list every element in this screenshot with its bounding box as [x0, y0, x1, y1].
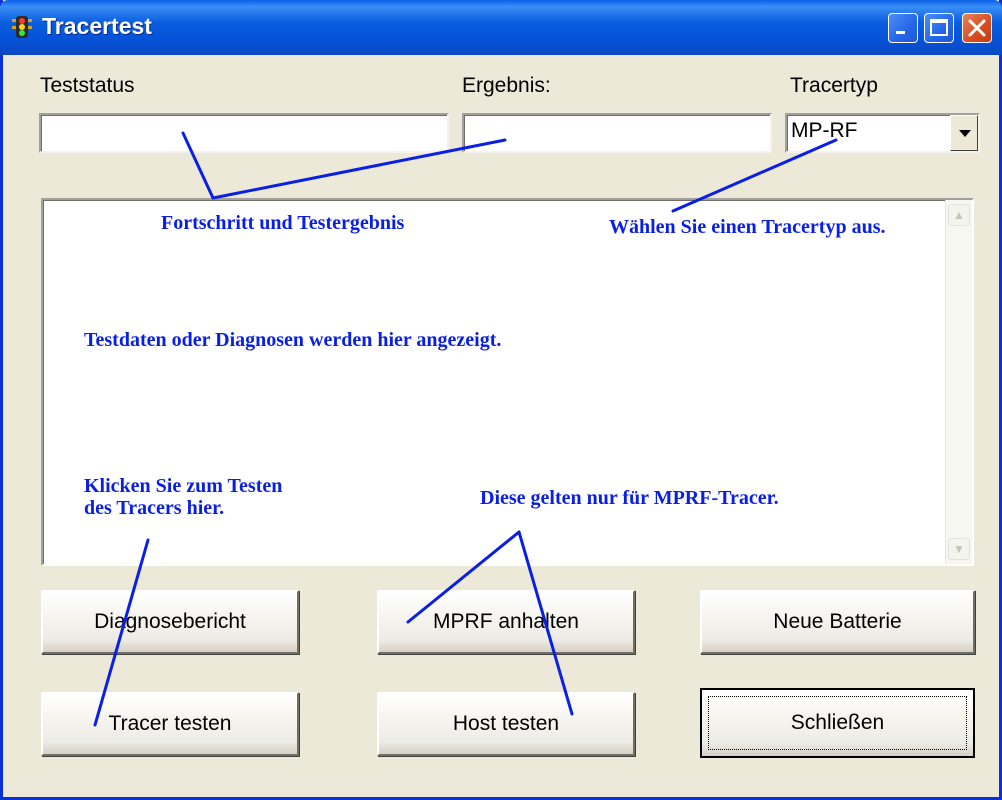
- teststatus-field[interactable]: [39, 113, 449, 153]
- mprf-anhalten-button[interactable]: MPRF anhalten: [377, 590, 635, 654]
- tracertyp-selected-value: MP-RF: [791, 119, 858, 142]
- neue-batterie-button[interactable]: Neue Batterie: [700, 590, 975, 654]
- diagnosebericht-button[interactable]: Diagnosebericht: [41, 590, 299, 654]
- minimize-icon: [896, 31, 905, 34]
- tracer-testen-button[interactable]: Tracer testen: [41, 692, 299, 756]
- scroll-down-icon[interactable]: ▼: [948, 538, 970, 560]
- maximize-button[interactable]: [924, 13, 954, 43]
- vertical-scrollbar[interactable]: ▲ ▼: [945, 200, 972, 564]
- maximize-icon: [930, 19, 948, 36]
- teststatus-label: Teststatus: [40, 74, 135, 97]
- host-testen-button[interactable]: Host testen: [377, 692, 635, 756]
- annotation-fortschritt: Fortschritt und Testergebnis: [161, 212, 405, 234]
- title-bar[interactable]: Tracertest: [0, 0, 1002, 55]
- tracertyp-select[interactable]: MP-RF: [785, 113, 980, 153]
- minimize-button[interactable]: [888, 13, 918, 43]
- focus-rectangle: [708, 696, 967, 750]
- close-icon: [968, 19, 986, 37]
- annotation-klicken-line2: des Tracers hier.: [84, 497, 225, 519]
- tracertyp-dropdown-button[interactable]: [950, 115, 978, 151]
- tracertyp-label: Tracertyp: [790, 74, 878, 97]
- annotation-mprf-only: Diese gelten nur für MPRF-Tracer.: [480, 487, 779, 509]
- close-button[interactable]: [962, 13, 992, 43]
- window-title: Tracertest: [42, 13, 152, 39]
- annotation-tracertyp: Wählen Sie einen Tracertyp aus.: [609, 216, 886, 238]
- traffic-light-icon: [12, 16, 32, 38]
- ergebnis-label: Ergebnis:: [462, 74, 551, 97]
- chevron-down-icon: [959, 130, 971, 137]
- annotation-testdaten: Testdaten oder Diagnosen werden hier ang…: [84, 329, 502, 351]
- ergebnis-field[interactable]: [462, 113, 772, 153]
- scroll-up-icon[interactable]: ▲: [948, 204, 970, 226]
- schliessen-button[interactable]: Schließen: [700, 688, 975, 758]
- tracertest-window: Tracertest Teststatus Ergebnis: Tracerty…: [0, 0, 1002, 800]
- annotation-klicken-line1: Klicken Sie zum Testen: [84, 475, 283, 497]
